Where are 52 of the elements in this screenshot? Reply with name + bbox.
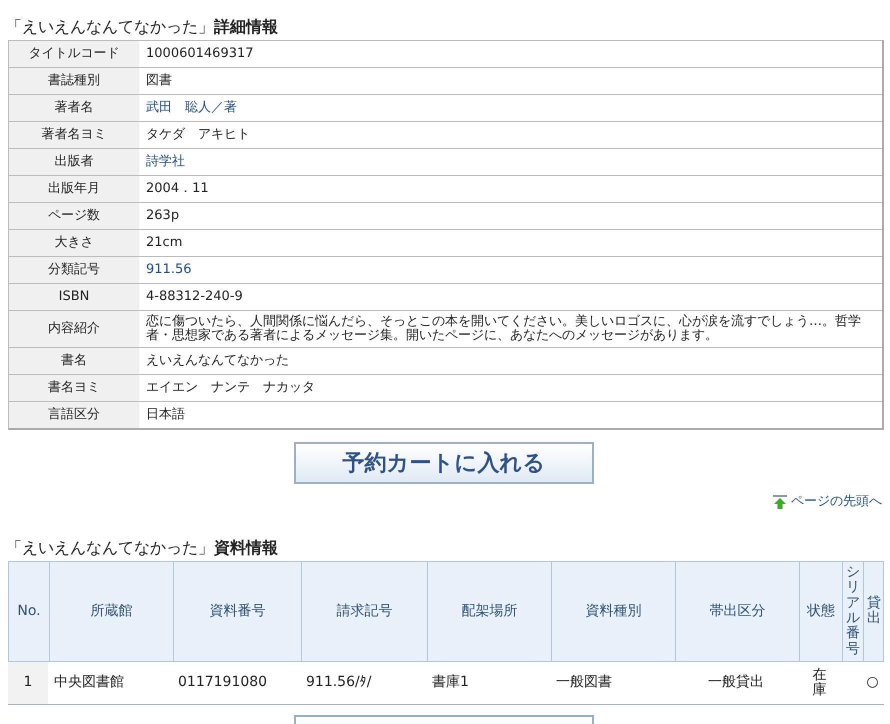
field-label: タイトルコード (9, 41, 139, 67)
field-value: 図書 (145, 72, 173, 90)
field-value: 263p (145, 207, 180, 225)
column-header: 帯出区分 (710, 602, 766, 620)
field-label: ISBN (9, 284, 139, 310)
section-heading: 「えいえんなんてなかった」資料情報 (6, 536, 278, 558)
field-value: 1000601469317 (145, 45, 255, 63)
column-header: 資料番号 (210, 602, 266, 620)
column-header: 配架場所 (462, 602, 518, 620)
column-header: 所蔵館 (90, 602, 132, 620)
up-arrow-icon (773, 494, 787, 509)
field-value[interactable]: 911.56 (139, 257, 882, 283)
table-cell-text: 中央図書館 (54, 673, 124, 692)
table-cell-text: 一般図書 (556, 673, 612, 692)
field-value[interactable]: 詩学社 (139, 149, 882, 175)
field-label: 内容紹介 (9, 311, 139, 347)
column-header: シリアル番号 (846, 564, 860, 658)
field-label: ページ数 (9, 203, 139, 229)
column-header: 貸出 (867, 596, 881, 626)
field-value[interactable]: 武田 聡人／著 (139, 95, 882, 121)
field-label: 著者名 (9, 95, 139, 121)
table-cell-text: ○ (866, 673, 879, 692)
table-cell-text: 書庫1 (432, 673, 469, 692)
field-label: 出版者 (9, 149, 139, 175)
field-label: 書誌種別 (9, 68, 139, 94)
table-cell-text: 一般貸出 (708, 673, 764, 692)
field-label: 書名ヨミ (9, 375, 139, 401)
field-label: 言語区分 (9, 402, 139, 428)
section-heading: 「えいえんなんてなかった」詳細情報 (6, 16, 278, 38)
column-header: 状態 (807, 602, 835, 620)
table-cell-text: 1 (24, 673, 32, 692)
field-label: 著者名ヨミ (9, 122, 139, 148)
column-header: 資料種別 (586, 602, 642, 620)
field-label: 出版年月 (9, 176, 139, 202)
table-cell: 在庫 (812, 668, 826, 698)
field-value: えいえんなんてなかった (145, 352, 290, 370)
column-header: No. (17, 602, 41, 620)
field-value: タケダ アキヒト (145, 126, 251, 144)
field-label: 分類記号 (9, 257, 139, 283)
field-value: 21cm (145, 234, 184, 252)
field-label: 書名 (9, 348, 139, 374)
field-value: 2004．11 (145, 180, 210, 198)
field-value: 4-88312-240-9 (145, 288, 244, 306)
field-value: 恋に傷ついたら、人間関係に悩んだら、そっとこの本を開いてください。美しいロゴスに、心が涙を流すでしょう…。哲学者・思想家である著者によるメッセージ集。開いたページに、あなたへのメッセージがあります。 (145, 313, 862, 345)
table-cell-text: 911.56/ﾀ/ (306, 673, 372, 692)
field-label: 大きさ (9, 230, 139, 256)
field-value: エイエン ナンテ ナカッタ (145, 379, 316, 397)
table-cell-text: 0117191080 (178, 673, 268, 692)
page-top-link[interactable]: ページの先頭へ (773, 492, 882, 512)
reserve-button[interactable]: 予約カートに入れる (294, 442, 594, 484)
field-value: 日本語 (145, 406, 186, 424)
column-header: 請求記号 (336, 602, 392, 620)
